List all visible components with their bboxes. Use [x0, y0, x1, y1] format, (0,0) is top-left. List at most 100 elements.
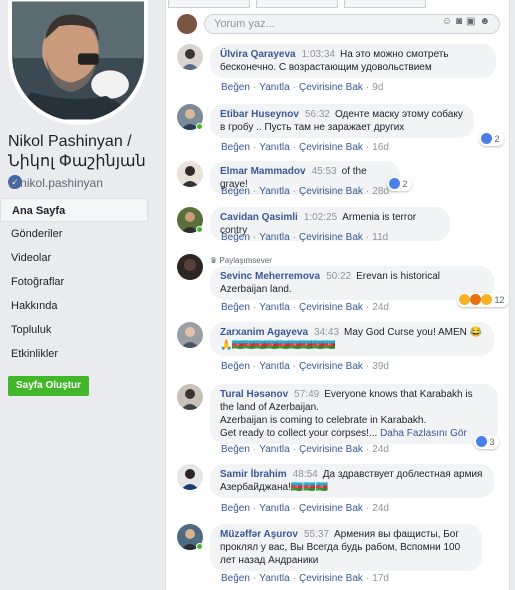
avatar[interactable]: [177, 254, 203, 280]
gif-icon[interactable]: ▣: [466, 16, 479, 27]
comment-time[interactable]: 48:54: [293, 469, 318, 480]
like-link[interactable]: Beğen: [221, 186, 250, 197]
comment-author[interactable]: Etibar Huseynov: [220, 109, 299, 120]
reply-link[interactable]: Yanıtla: [259, 573, 289, 584]
comment-time[interactable]: 50:22: [326, 271, 351, 282]
reply-link[interactable]: Yanıtla: [259, 503, 289, 514]
separator: ·: [252, 503, 257, 514]
comment-text-line: Azerbaijan is coming to celebrate in Kar…: [220, 415, 427, 426]
comment-actions: Beğen · Yanıtla · Çevirisine Bak · 24d: [221, 302, 389, 313]
reaction-number: 12: [494, 295, 505, 305]
comment-age[interactable]: 11d: [372, 232, 388, 243]
reply-link[interactable]: Yanıtla: [259, 302, 289, 313]
separator: ·: [292, 573, 296, 584]
sidebar-item-home[interactable]: Ana Sayfa: [0, 198, 148, 222]
separator: ·: [292, 186, 296, 197]
comment-author[interactable]: Elmar Mammadov: [220, 166, 306, 177]
comment-actions: Beğen · Yanıtla · Çevirisine Bak · 17d: [221, 573, 389, 584]
translate-link[interactable]: Çevirisine Bak: [299, 142, 363, 153]
translate-link[interactable]: Çevirisine Bak: [299, 232, 363, 243]
comment-time[interactable]: 55:37: [304, 529, 329, 540]
like-link[interactable]: Beğen: [221, 503, 250, 514]
top-button[interactable]: [168, 0, 250, 8]
like-link[interactable]: Beğen: [221, 232, 250, 243]
like-link[interactable]: Beğen: [221, 302, 250, 313]
translate-link[interactable]: Çevirisine Bak: [299, 82, 363, 93]
reply-link[interactable]: Yanıtla: [259, 232, 289, 243]
sidebar-item-videos[interactable]: Videolar: [0, 246, 156, 270]
comment-age[interactable]: 24d: [372, 302, 389, 313]
page-name-text: Nikol Pashinyan / Նիկոլ Փաշինյան: [8, 133, 146, 170]
comment-author[interactable]: Zarxanim Agayeva: [220, 327, 308, 338]
see-more-link[interactable]: Daha Fazlasını Gör: [380, 428, 467, 439]
avatar[interactable]: [177, 384, 203, 410]
top-button[interactable]: [344, 0, 426, 8]
comment-time[interactable]: 34:43: [314, 327, 339, 338]
avatar[interactable]: [177, 322, 203, 348]
reply-link[interactable]: Yanıtla: [259, 444, 289, 455]
camera-icon[interactable]: ◙: [456, 16, 466, 27]
top-button[interactable]: [256, 0, 338, 8]
translate-link[interactable]: Çevirisine Bak: [299, 186, 363, 197]
sidebar-item-photos[interactable]: Fotoğraflar: [0, 270, 156, 294]
reply-link[interactable]: Yanıtla: [259, 186, 289, 197]
reaction-count[interactable]: 2: [479, 132, 504, 146]
comment-age[interactable]: 24d: [372, 503, 389, 514]
separator: ·: [252, 444, 257, 455]
comment-time[interactable]: 56:32: [305, 109, 330, 120]
reaction-count[interactable]: 2: [387, 177, 412, 191]
like-link[interactable]: Beğen: [221, 142, 250, 153]
reaction-count[interactable]: 3: [474, 435, 499, 449]
sidebar-item-events[interactable]: Etkinlikler: [0, 342, 156, 366]
separator: ·: [252, 361, 257, 372]
separator: ·: [365, 503, 370, 514]
sticker-icon[interactable]: ☻: [479, 16, 494, 27]
sidebar-item-community[interactable]: Topluluk: [0, 318, 156, 342]
avatar[interactable]: [177, 464, 203, 490]
sidebar-item-about[interactable]: Hakkında: [0, 294, 156, 318]
sidebar-item-posts[interactable]: Gönderiler: [0, 222, 156, 246]
separator: ·: [365, 186, 370, 197]
separator: ·: [365, 361, 370, 372]
comment-author[interactable]: Tural Həsənov: [220, 389, 288, 400]
comment-author[interactable]: Sevinc Meherremova: [220, 271, 320, 282]
page-handle[interactable]: @nikol.pashinyan: [8, 176, 103, 190]
avatar[interactable]: [177, 161, 203, 187]
comment-age[interactable]: 16d: [372, 142, 389, 153]
translate-link[interactable]: Çevirisine Bak: [299, 302, 363, 313]
comment-author[interactable]: Cavidan Qasimli: [220, 212, 298, 223]
reply-link[interactable]: Yanıtla: [259, 82, 289, 93]
like-link[interactable]: Beğen: [221, 361, 250, 372]
emoji-icon[interactable]: ☺: [442, 16, 456, 27]
like-reaction-icon: [481, 133, 492, 144]
comment-age[interactable]: 24d: [372, 444, 389, 455]
comment-age[interactable]: 28d: [372, 186, 389, 197]
create-page-button[interactable]: Sayfa Oluştur: [8, 376, 90, 396]
comment-time[interactable]: 1:02:25: [304, 212, 337, 223]
comment-author[interactable]: Müzəffər Aşurov: [220, 529, 298, 540]
translate-link[interactable]: Çevirisine Bak: [299, 361, 363, 372]
comment-time[interactable]: 45:53: [312, 166, 337, 177]
comment-age[interactable]: 17d: [372, 573, 389, 584]
comment-time[interactable]: 1:03:34: [302, 49, 335, 60]
comment-time[interactable]: 57:49: [294, 389, 319, 400]
comment-actions: Beğen · Yanıtla · Çevirisine Bak · 28d: [221, 186, 389, 197]
translate-link[interactable]: Çevirisine Bak: [299, 444, 363, 455]
comment-age[interactable]: 39d: [372, 361, 389, 372]
like-link[interactable]: Beğen: [221, 82, 250, 93]
comment-author[interactable]: Ülvira Qarayeva: [220, 49, 296, 60]
reply-link[interactable]: Yanıtla: [259, 142, 289, 153]
online-indicator-icon: [196, 123, 203, 130]
comment-author[interactable]: Samir İbrahim: [220, 469, 287, 480]
translate-link[interactable]: Çevirisine Bak: [299, 503, 363, 514]
reply-link[interactable]: Yanıtla: [259, 361, 289, 372]
haha-reaction-icon: [459, 294, 470, 305]
reaction-count[interactable]: 12: [457, 293, 509, 307]
separator: ·: [292, 444, 296, 455]
like-link[interactable]: Beğen: [221, 573, 250, 584]
comment-age[interactable]: 9d: [372, 82, 383, 93]
translate-link[interactable]: Çevirisine Bak: [299, 573, 363, 584]
like-link[interactable]: Beğen: [221, 444, 250, 455]
profile-picture[interactable]: [8, 0, 148, 125]
avatar[interactable]: [177, 44, 203, 70]
